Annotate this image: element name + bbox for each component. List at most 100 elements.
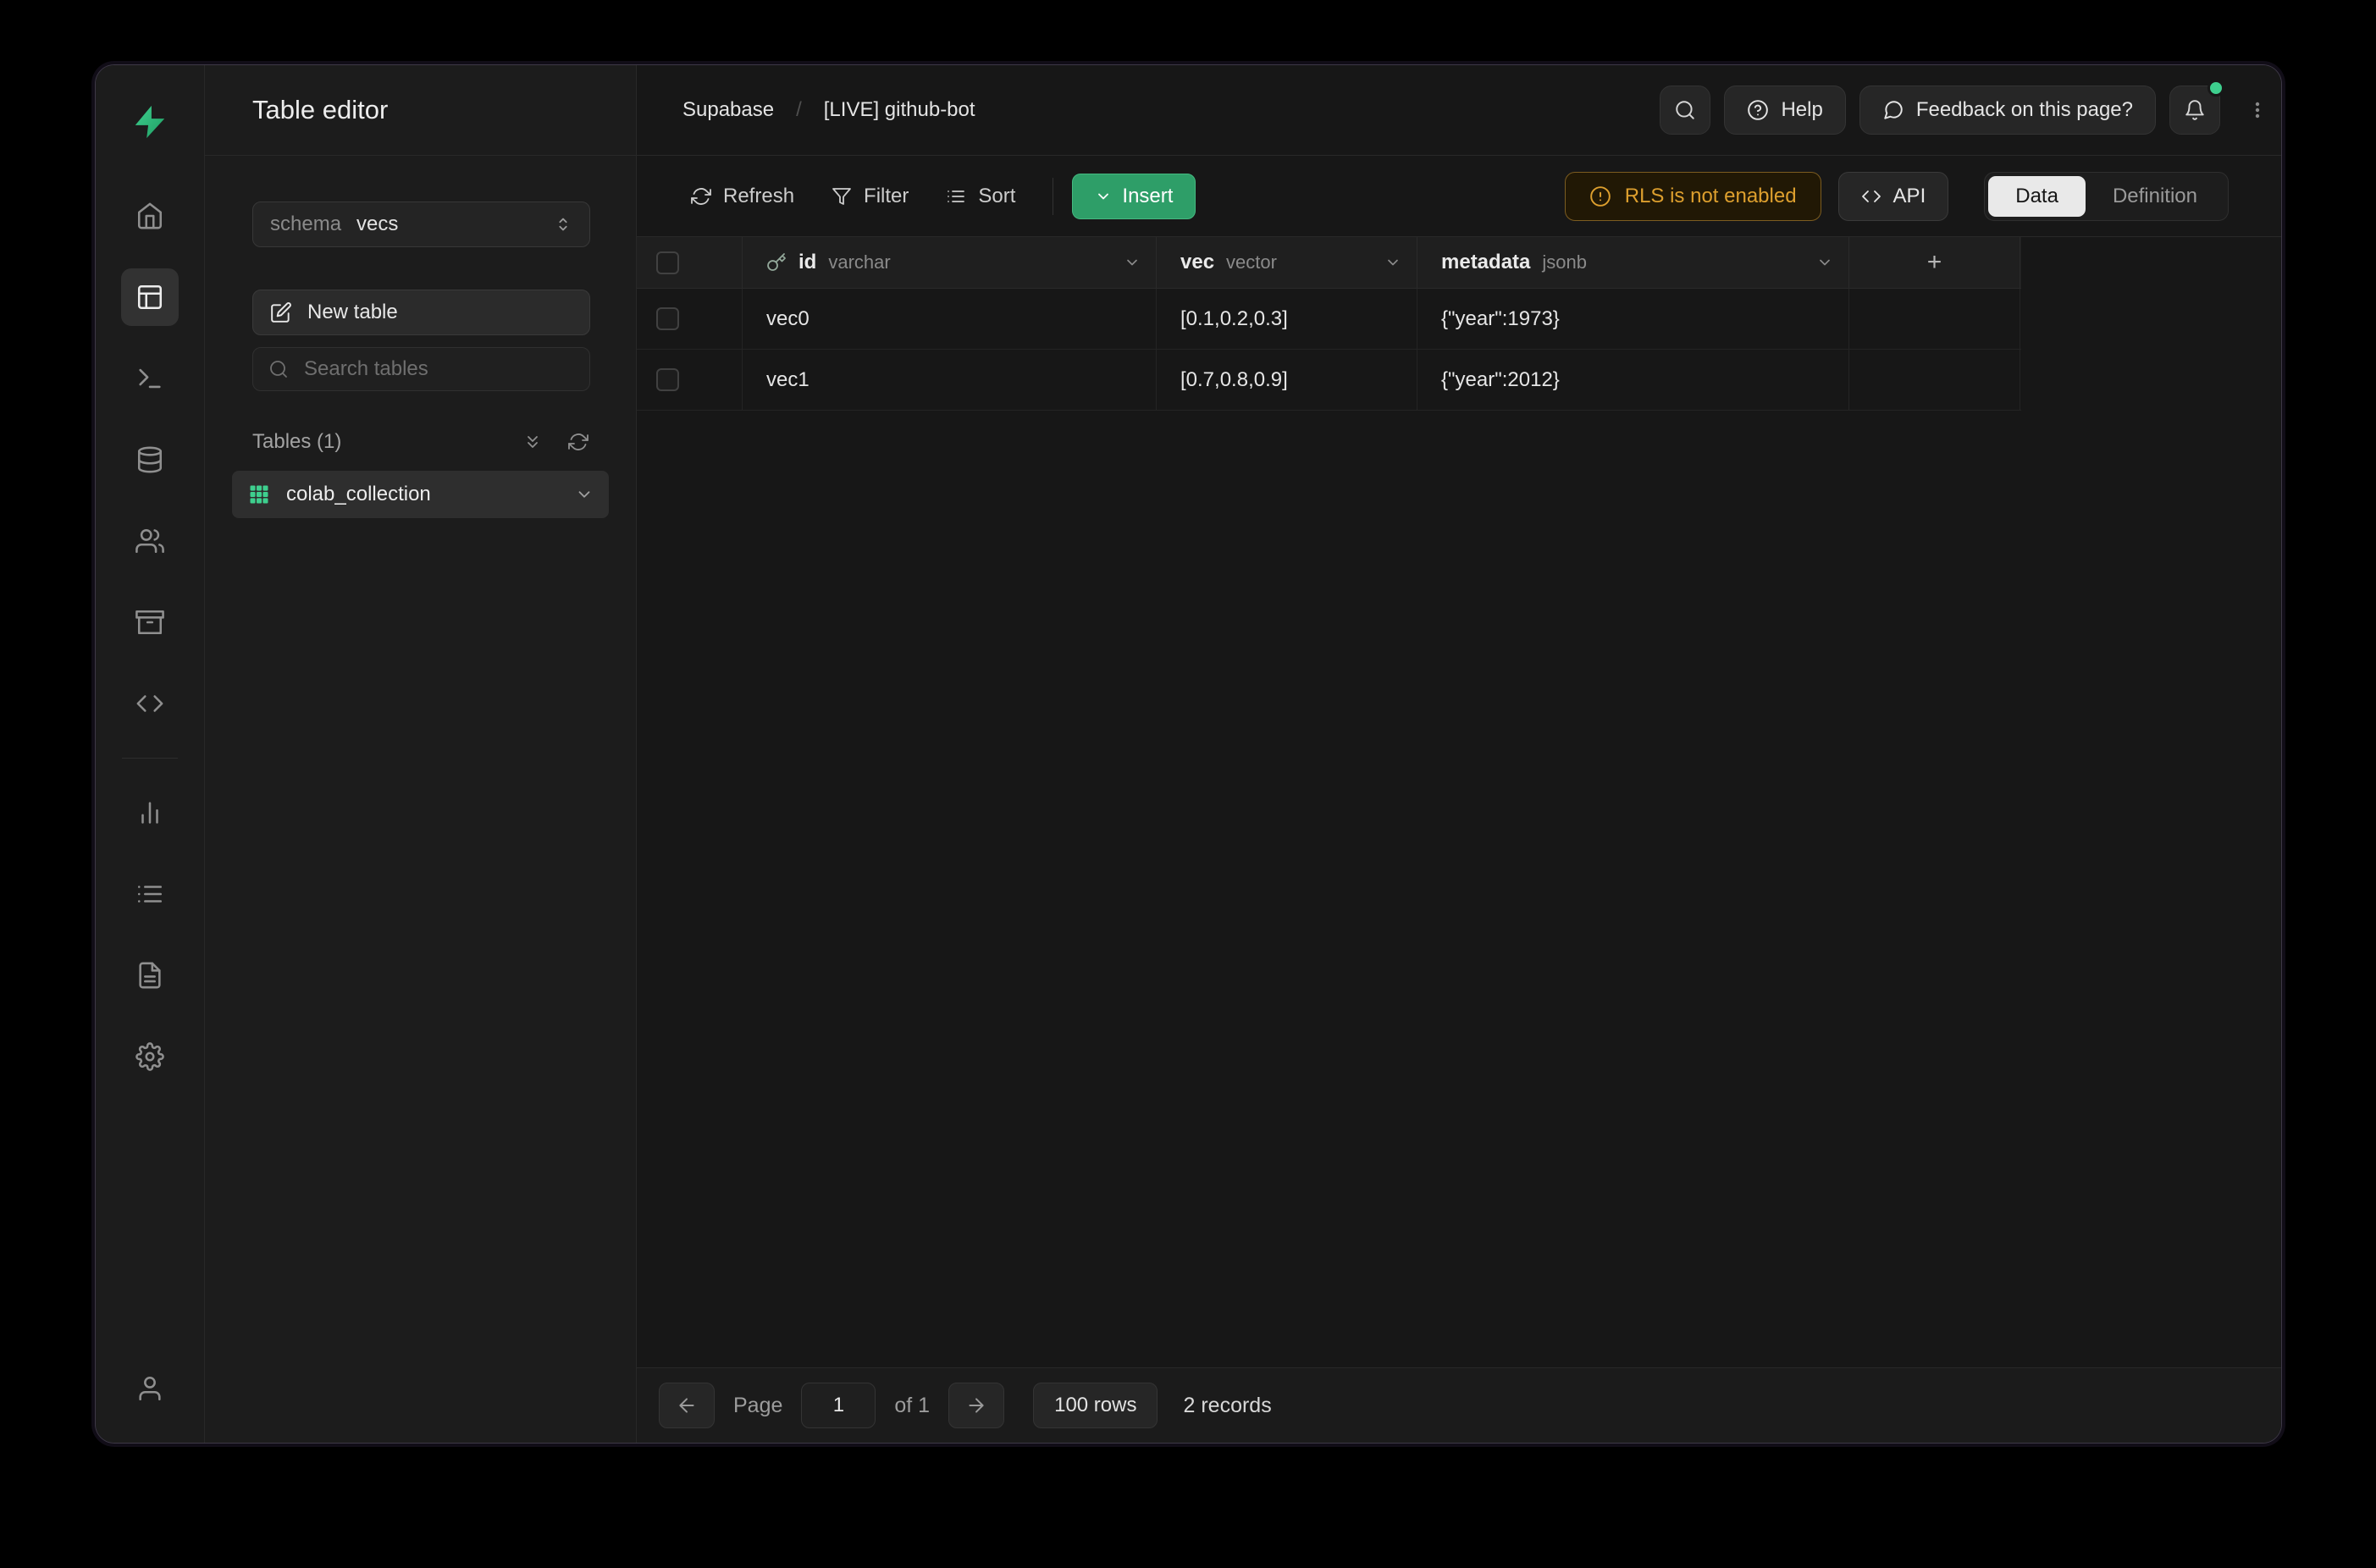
tab-definition[interactable]: Definition (2086, 176, 2224, 217)
page-total-label: of 1 (894, 1394, 930, 1418)
user-icon (135, 1374, 164, 1403)
next-page-button[interactable] (948, 1383, 1004, 1428)
row-checkbox[interactable] (656, 307, 679, 330)
api-label: API (1893, 185, 1926, 208)
sidebar-item-logs[interactable] (121, 865, 179, 923)
record-count: 2 records (1183, 1394, 1271, 1418)
bell-icon (2184, 99, 2206, 121)
sidebar-item-docs[interactable] (121, 947, 179, 1004)
column-header-id[interactable]: id varchar (743, 237, 1157, 288)
cell-empty (1849, 350, 2020, 410)
table-editor-icon (135, 283, 164, 312)
cell-metadata[interactable]: {"year":1973} (1417, 289, 1849, 349)
sidebar-item-settings[interactable] (121, 1028, 179, 1085)
sidebar-item-account[interactable] (121, 1360, 179, 1417)
rows-per-page-button[interactable]: 100 rows (1033, 1383, 1158, 1428)
code-icon (135, 689, 164, 718)
plus-icon: + (1927, 248, 1942, 277)
row-checkbox[interactable] (656, 368, 679, 391)
column-header-metadata[interactable]: metadata jsonb (1417, 237, 1849, 288)
file-text-icon (135, 961, 164, 990)
window-menu-button[interactable] (2247, 97, 2268, 123)
column-name: id (798, 251, 816, 274)
sort-button[interactable]: Sort (927, 174, 1034, 219)
schema-select-label: schema (270, 213, 341, 236)
collapse-all-button[interactable] (522, 432, 543, 452)
select-all-cell (637, 237, 743, 288)
message-bubble-icon (1882, 99, 1904, 121)
search-icon (1674, 99, 1696, 121)
sidebar-item-edge-functions[interactable] (121, 675, 179, 732)
insert-button[interactable]: Insert (1072, 174, 1196, 219)
view-toggle: Data Definition (1984, 172, 2229, 221)
users-icon (135, 527, 164, 555)
refresh-button[interactable]: Refresh (672, 174, 813, 219)
refresh-label: Refresh (723, 185, 794, 208)
app-window: Table editor schema vecs New table (96, 65, 2281, 1443)
tab-data[interactable]: Data (1988, 176, 2086, 217)
cell-metadata[interactable]: {"year":2012} (1417, 350, 1849, 410)
refresh-icon (568, 432, 588, 452)
sort-label: Sort (978, 185, 1015, 208)
api-button[interactable]: API (1838, 172, 1949, 221)
column-name: vec (1180, 251, 1214, 274)
row-select-cell (637, 289, 743, 349)
breadcrumb-org[interactable]: Supabase (682, 98, 774, 122)
table-list-item[interactable]: colab_collection (232, 471, 609, 518)
search-button[interactable] (1660, 86, 1710, 135)
page-number-input[interactable] (801, 1383, 876, 1428)
new-table-label: New table (307, 301, 398, 324)
previous-page-button[interactable] (659, 1383, 715, 1428)
sidebar-item-sql-editor[interactable] (121, 350, 179, 407)
sidebar-item-table-editor[interactable] (121, 268, 179, 326)
cell-id[interactable]: vec0 (743, 289, 1157, 349)
row-select-cell (637, 350, 743, 410)
sidebar-item-auth[interactable] (121, 512, 179, 570)
schema-select[interactable]: schema vecs (252, 202, 590, 247)
cell-vec[interactable]: [0.7,0.8,0.9] (1157, 350, 1417, 410)
chevron-down-icon[interactable] (1384, 254, 1401, 271)
filter-label: Filter (864, 185, 909, 208)
rls-warning-badge[interactable]: RLS is not enabled (1565, 172, 1821, 221)
help-button[interactable]: Help (1724, 86, 1845, 135)
feedback-label: Feedback on this page? (1916, 98, 2133, 122)
arrow-left-icon (676, 1394, 698, 1416)
cell-vec[interactable]: [0.1,0.2,0.3] (1157, 289, 1417, 349)
column-type: vector (1226, 251, 1277, 273)
sort-icon (946, 186, 966, 207)
chevron-down-icon (1095, 188, 1112, 205)
breadcrumb-project[interactable]: [LIVE] github-bot (824, 98, 975, 122)
chevrons-down-icon (522, 432, 543, 452)
sidebar-item-database[interactable] (121, 431, 179, 489)
supabase-logo-icon[interactable] (127, 99, 173, 145)
table-grid-icon (247, 483, 271, 506)
breadcrumb-separator: / (796, 98, 802, 122)
notification-badge (2207, 80, 2224, 97)
sidebar-item-storage[interactable] (121, 594, 179, 651)
refresh-tables-button[interactable] (568, 432, 588, 452)
terminal-icon (135, 364, 164, 393)
code-icon (1861, 186, 1881, 207)
rls-warning-label: RLS is not enabled (1625, 185, 1797, 208)
gear-icon (135, 1042, 164, 1071)
add-column-button[interactable]: + (1849, 237, 2020, 288)
chevron-down-icon[interactable] (1816, 254, 1833, 271)
sidebar-item-home[interactable] (121, 187, 179, 245)
new-table-button[interactable]: New table (252, 290, 590, 335)
cell-id[interactable]: vec1 (743, 350, 1157, 410)
refresh-icon (691, 186, 711, 207)
rail-divider (122, 758, 178, 759)
column-header-vec[interactable]: vec vector (1157, 237, 1417, 288)
sidebar-item-reports[interactable] (121, 784, 179, 842)
select-all-checkbox[interactable] (656, 251, 679, 274)
search-tables-input[interactable] (302, 356, 574, 382)
arrow-right-icon (965, 1394, 987, 1416)
table-editor-sidebar: Table editor schema vecs New table (205, 65, 637, 1443)
filter-icon (832, 186, 852, 207)
chevron-down-icon[interactable] (1124, 254, 1141, 271)
feedback-button[interactable]: Feedback on this page? (1859, 86, 2156, 135)
archive-icon (135, 608, 164, 637)
bar-chart-icon (135, 798, 164, 827)
filter-button[interactable]: Filter (813, 174, 927, 219)
tables-heading: Tables (1) (252, 430, 341, 454)
